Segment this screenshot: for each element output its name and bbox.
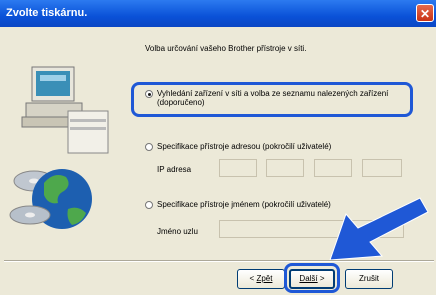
ip-octet-2-field[interactable] bbox=[266, 159, 304, 177]
option-search-network[interactable]: Vyhledání zařízení v síti a volba ze sez… bbox=[145, 89, 388, 107]
node-name-label: Jméno uzlu bbox=[157, 227, 198, 236]
ip-address-label: IP adresa bbox=[157, 165, 192, 174]
page-heading: Volba určování vašeho Brother přístroje … bbox=[145, 44, 307, 53]
close-button[interactable]: ✕ bbox=[416, 4, 434, 22]
title-bar: Zvolte tiskárnu. ✕ bbox=[0, 0, 436, 27]
cancel-button[interactable]: Zrušit bbox=[345, 269, 393, 289]
footer-divider bbox=[4, 260, 434, 262]
ip-octet-1-field[interactable] bbox=[219, 159, 257, 177]
option-specify-address[interactable]: Specifikace přístroje adresou (pokročilí… bbox=[145, 142, 331, 151]
option-address-radio[interactable] bbox=[145, 143, 153, 151]
close-icon: ✕ bbox=[419, 7, 431, 21]
option-search-radio[interactable] bbox=[145, 90, 153, 98]
option-search-label-line1: Vyhledání zařízení v síti a volba ze sez… bbox=[157, 89, 389, 98]
side-illustration-panel bbox=[4, 31, 124, 259]
next-button[interactable]: Další > bbox=[289, 269, 335, 289]
option-search-label-line2: (doporučeno) bbox=[157, 98, 205, 107]
next-button-suffix: > bbox=[317, 274, 325, 283]
next-button-label: Další bbox=[299, 274, 318, 283]
back-button-label: Zpět bbox=[256, 274, 273, 283]
ip-octet-4-field[interactable] bbox=[362, 159, 402, 177]
option-address-label: Specifikace přístroje adresou (pokročilí… bbox=[157, 142, 332, 151]
dialog-window: Zvolte tiskárnu. ✕ Volba určování vašeho… bbox=[0, 0, 436, 295]
instruction-arrow bbox=[329, 197, 429, 261]
back-button[interactable]: < Zpět bbox=[237, 269, 285, 289]
computer-globe-illustration bbox=[9, 66, 109, 229]
window-title: Zvolte tiskárnu. bbox=[6, 7, 88, 19]
ip-octet-3-field[interactable] bbox=[314, 159, 352, 177]
option-name-radio[interactable] bbox=[145, 201, 153, 209]
cancel-button-label: Zrušit bbox=[359, 274, 379, 283]
